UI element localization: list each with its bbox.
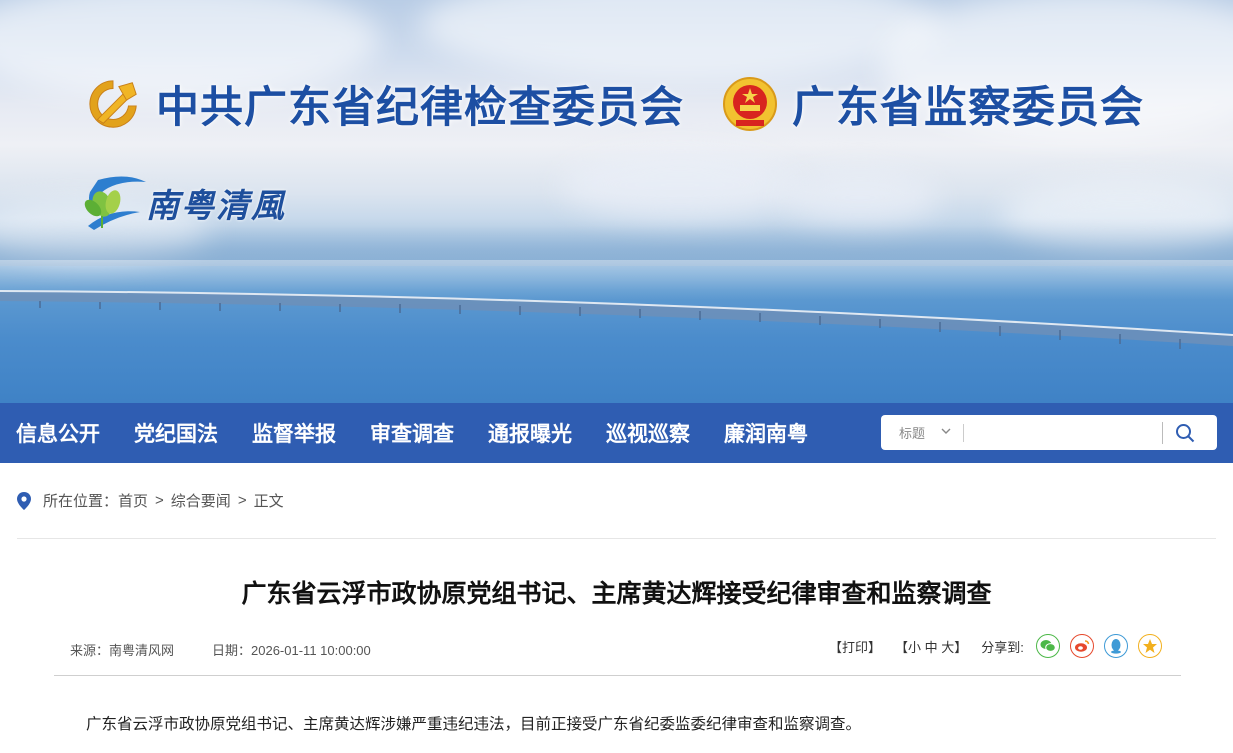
- logo-text: 南粤清風: [146, 186, 286, 225]
- chevron-down-icon: [941, 427, 951, 438]
- location-pin-icon: [17, 491, 31, 510]
- qzone-icon[interactable]: [1137, 634, 1162, 658]
- share-label: 分享到:: [981, 639, 1024, 655]
- nav-item-inspection[interactable]: 巡视巡察: [606, 418, 690, 448]
- main-nav: 信息公开 党纪国法 监督举报 审查调查 通报曝光 巡视巡察 廉润南粤 标题: [0, 403, 1233, 463]
- font-size-switcher[interactable]: 【小 中 大】: [895, 637, 967, 656]
- breadcrumb-separator: >: [155, 492, 164, 509]
- site-logo[interactable]: 南粤清風: [80, 172, 286, 234]
- lotus-logo-icon: [84, 176, 146, 230]
- cloud: [420, 0, 940, 80]
- print-button[interactable]: 【打印】: [829, 637, 881, 656]
- header-title-right: 广东省监察委员会: [792, 83, 1144, 133]
- search-box: 标题: [881, 415, 1217, 450]
- nav-item-integrity[interactable]: 廉润南粤: [724, 418, 808, 448]
- nav-item-review-investigation[interactable]: 审查调查: [370, 418, 454, 448]
- search-scope-label: 标题: [899, 426, 926, 441]
- divider: [54, 675, 1181, 676]
- qq-icon[interactable]: [1103, 634, 1128, 658]
- cloud: [780, 170, 940, 225]
- search-icon: [1176, 423, 1195, 442]
- search-divider: [963, 423, 964, 442]
- breadcrumb-home[interactable]: 首页: [118, 490, 148, 511]
- breadcrumb-current: 正文: [253, 493, 284, 510]
- article-date: 日期：2026-01-11 10:00:00: [212, 643, 371, 658]
- article-meta: 来源：南粤清风网 日期：2026-01-11 10:00:00: [70, 640, 371, 659]
- article-source: 来源：南粤清风网: [70, 643, 175, 658]
- breadcrumb-separator: >: [237, 492, 247, 509]
- party-emblem-icon: [89, 80, 137, 128]
- header-title-row: 中共广东省纪律检查委员会 广东省监察委员会: [84, 72, 1144, 136]
- breadcrumb-label: 所在位置：: [43, 493, 119, 510]
- search-input[interactable]: [966, 416, 1160, 449]
- nav-item-exposure[interactable]: 通报曝光: [488, 418, 572, 448]
- header-title-left: 中共广东省纪律检查委员会: [156, 83, 684, 133]
- nav-item-info-public[interactable]: 信息公开: [16, 418, 100, 448]
- search-scope-select[interactable]: 标题: [881, 415, 963, 450]
- search-button[interactable]: [1163, 415, 1207, 450]
- bridge-image: [0, 290, 1233, 349]
- cloud: [560, 150, 800, 220]
- wechat-icon[interactable]: [1035, 634, 1060, 658]
- national-emblem-icon: [723, 77, 777, 131]
- article-title: 广东省云浮市政协原党组书记、主席黄达辉接受纪律审查和监察调查: [241, 579, 992, 608]
- nav-item-supervision-report[interactable]: 监督举报: [252, 418, 336, 448]
- divider: [17, 538, 1216, 539]
- nav-item-party-discipline[interactable]: 党纪国法: [134, 418, 218, 448]
- article-body: 广东省云浮市政协原党组书记、主席黄达辉涉嫌严重违纪违法，目前正接受广东省纪委监委…: [86, 716, 862, 733]
- header-banner: 中共广东省纪律检查委员会 广东省监察委员会 南粤清風: [0, 0, 1233, 403]
- breadcrumb: 所在位置： 首页 > 综合要闻 > 正文: [17, 490, 284, 511]
- article-tools: 【打印】 【小 中 大】 分享到:: [829, 634, 1162, 658]
- breadcrumb-news[interactable]: 综合要闻: [171, 490, 231, 511]
- weibo-icon[interactable]: [1069, 634, 1094, 658]
